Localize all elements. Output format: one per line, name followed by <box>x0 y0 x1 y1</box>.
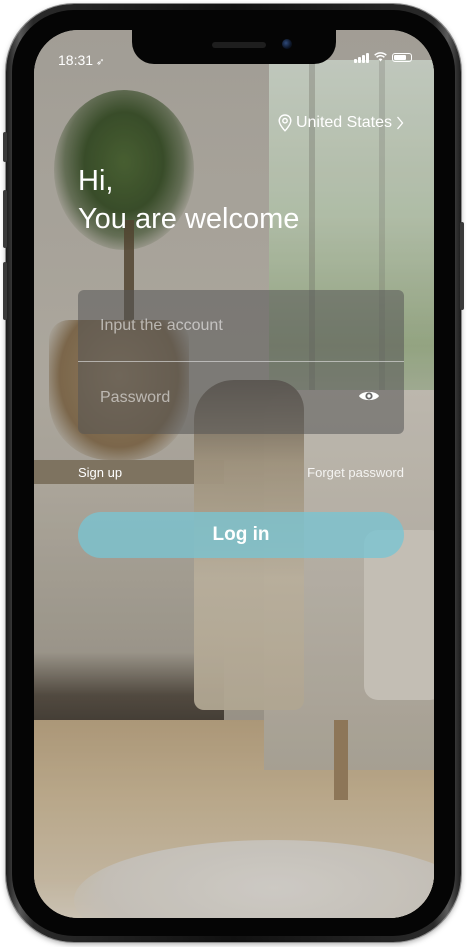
password-input[interactable] <box>100 388 340 407</box>
front-camera <box>282 39 292 49</box>
region-selector[interactable]: United States <box>278 114 404 132</box>
silent-switch <box>3 132 7 162</box>
app-screen: 18:31 ➶ United States Hi, You are welcome <box>34 30 434 918</box>
speaker-grille <box>212 42 266 48</box>
chevron-right-icon <box>396 115 404 131</box>
wifi-icon <box>374 52 387 63</box>
status-indicators <box>354 52 412 63</box>
greeting-welcome: You are welcome <box>78 203 300 235</box>
page: 18:31 ➶ United States Hi, You are welcome <box>0 0 467 947</box>
region-label: United States <box>295 114 392 131</box>
greeting-hi: Hi, <box>78 165 114 197</box>
login-form <box>78 290 404 434</box>
greeting: Hi, You are welcome <box>78 162 299 238</box>
signal-icon <box>354 52 369 63</box>
status-time-text: 18:31 <box>58 52 94 68</box>
account-input[interactable] <box>100 316 340 335</box>
volume-up-button <box>3 190 7 248</box>
sign-up-link[interactable]: Sign up <box>78 465 122 480</box>
login-button[interactable]: Log in <box>78 512 404 558</box>
password-field[interactable] <box>78 362 404 433</box>
location-arrow-icon: ➶ <box>96 57 105 68</box>
notch <box>132 30 336 64</box>
account-field[interactable] <box>78 290 404 361</box>
auth-links: Sign up Forget password <box>78 465 404 483</box>
power-button <box>460 222 464 310</box>
location-pin-icon <box>278 114 292 132</box>
eye-icon[interactable] <box>358 388 380 404</box>
battery-icon <box>392 53 412 62</box>
volume-down-button <box>3 262 7 320</box>
status-time: 18:31 ➶ <box>58 52 104 68</box>
forget-password-link[interactable]: Forget password <box>307 465 404 480</box>
